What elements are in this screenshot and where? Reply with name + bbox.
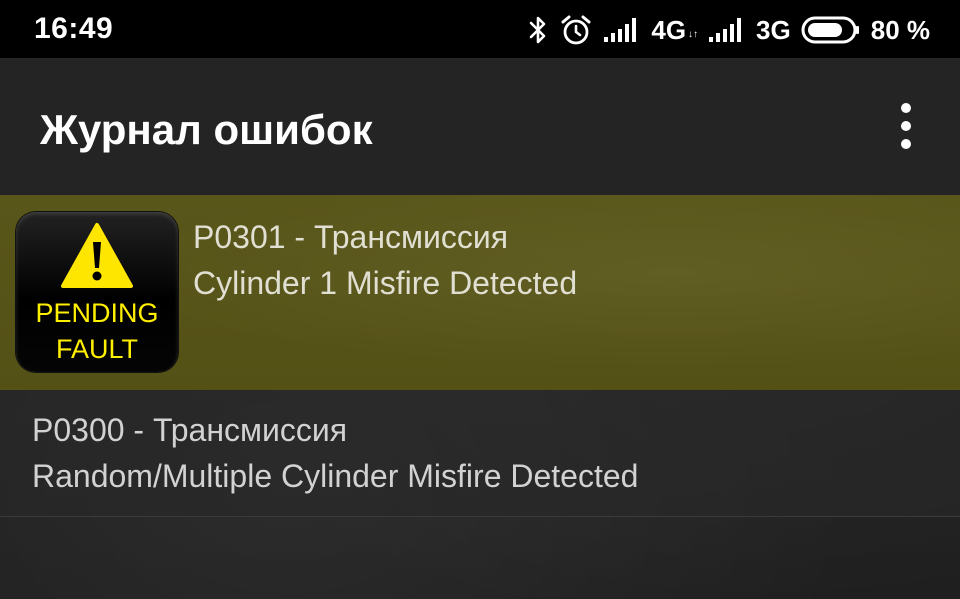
fault-description: Cylinder 1 Misfire Detected: [193, 265, 578, 301]
signal-icon: [603, 17, 641, 43]
status-bar: 16:49 4G ↓↑ 3G 80 %: [0, 0, 960, 58]
battery-percent: 80 %: [870, 14, 930, 45]
status-time: 16:49: [34, 12, 114, 45]
network-type-2: 3G: [756, 14, 791, 45]
screen: 16:49 4G ↓↑ 3G 80 % Журнал ошибок PENDIN…: [0, 0, 960, 599]
badge-line-2: FAULT: [55, 334, 138, 364]
fault-code: P0301 - Трансмиссия: [193, 219, 509, 255]
fault-description: Random/Multiple Cylinder Misfire Detecte…: [32, 458, 639, 494]
pending-fault-badge: PENDING FAULT: [16, 212, 178, 372]
more-vert-icon[interactable]: [884, 98, 928, 154]
status-icons: 4G ↓↑ 3G 80 %: [527, 10, 930, 50]
network-type-1: 4G ↓↑: [651, 14, 699, 45]
badge-line-1: PENDING: [35, 298, 159, 328]
alarm-icon: [559, 13, 593, 47]
signal-icon: [708, 17, 746, 43]
battery-icon: [801, 15, 861, 45]
list-item-fault[interactable]: P0300 - Трансмиссия Random/Multiple Cyli…: [0, 390, 960, 517]
app-bar: Журнал ошибок: [0, 58, 960, 195]
bluetooth-icon: [527, 14, 549, 46]
fault-list: PENDING FAULT P0301 - Трансмиссия Cylind…: [0, 195, 960, 517]
page-title: Журнал ошибок: [40, 106, 373, 153]
warning-icon: [61, 223, 133, 288]
fault-code: P0300 - Трансмиссия: [32, 412, 348, 448]
list-item-fault[interactable]: PENDING FAULT P0301 - Трансмиссия Cylind…: [0, 195, 960, 390]
